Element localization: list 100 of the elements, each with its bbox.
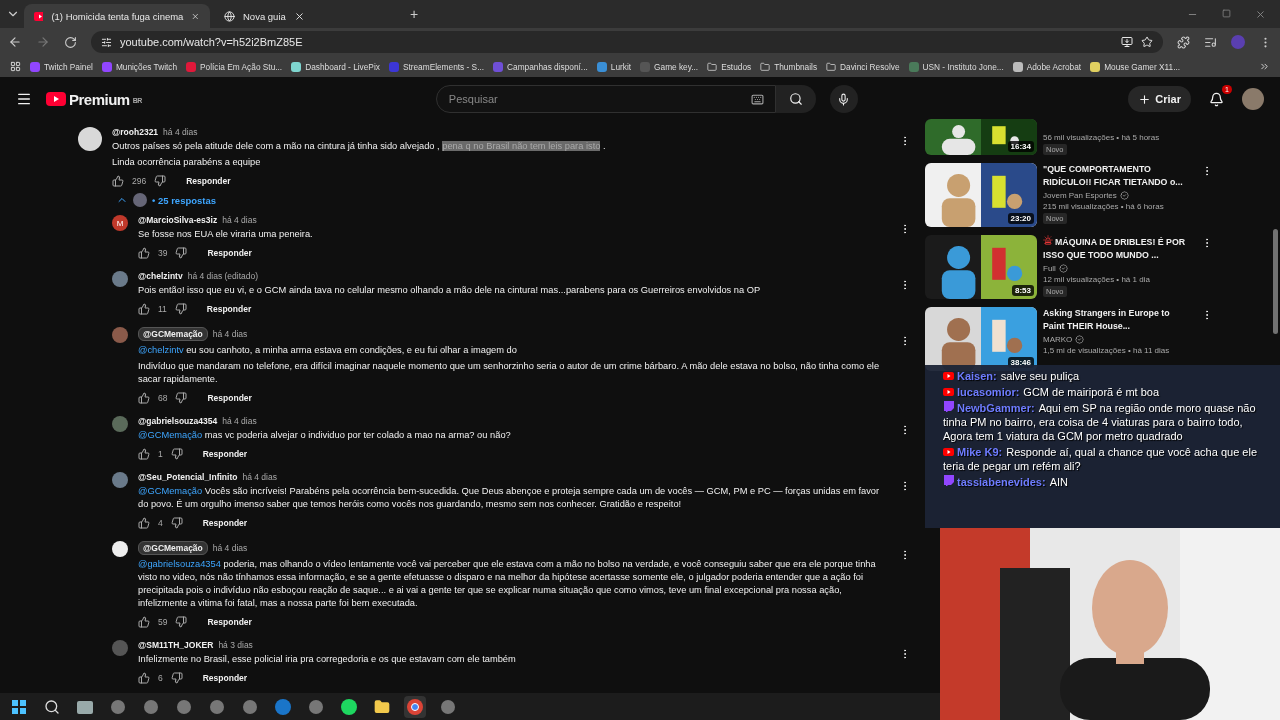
video-title[interactable]: MÁQUINA DE DRIBLES! É POR ISSO QUE TODO MUNDO ... (1043, 235, 1193, 262)
user-avatar (112, 271, 128, 287)
bookmark[interactable]: USN - Instituto Jone... (908, 61, 1004, 72)
reply-button[interactable]: Responder (202, 518, 248, 528)
comment-time: há 4 dias (222, 215, 257, 225)
user-avatar (112, 416, 128, 432)
comment-text: @gabrielsouza4354 poderia, mas olhando o vídeo lentamente você vai perceber que ele estava com a mão no bolso na verdade, e você conseguiu saber que era ele porque tinha visto no video, nós não tínhamos essa informação, e se a gente efetuasse o disparo e na melhor da hipótese acertasse somente ele, o julgador poderia entender que a ação foi precipitada pois o indivíduo não esboçou reação de saque... e ai vai a gente ter que se explicar numa situação que como vimos, teve um final excepcional pra nossa ação, infelizmente a vitima foi fatal, mas a nossa parte foi bem executada. (138, 558, 877, 610)
bookmark[interactable]: Thumbnails (760, 61, 818, 72)
browser-tab[interactable]: Nova guia (214, 4, 400, 28)
like-icon[interactable] (138, 672, 150, 684)
like-icon[interactable] (138, 247, 150, 259)
channel-owner-tag[interactable]: @GCMemação (138, 541, 208, 555)
like-count: 4 (158, 518, 163, 528)
install-icon[interactable] (1121, 36, 1133, 48)
dislike-icon[interactable] (174, 303, 187, 315)
user-avatar (78, 127, 102, 151)
notifications-bell-icon[interactable] (1209, 91, 1224, 107)
like-count: 296 (132, 176, 147, 186)
bookmark[interactable]: Twitch Painel (30, 61, 93, 72)
comment-text: Se fosse nos EUA ele viraria uma peneira. (138, 228, 314, 241)
comment-time: há 4 dias (editado) (187, 271, 259, 281)
reply-button[interactable]: Responder (207, 617, 252, 627)
bookmark[interactable]: Estudos (707, 61, 752, 72)
like-icon[interactable] (138, 616, 150, 628)
user-avatar (112, 472, 128, 488)
reply-button[interactable]: Responder (206, 304, 252, 314)
comment-author[interactable]: @gabrielsouza4354 (138, 416, 218, 426)
browser-tab[interactable]: (1) Homicida tenta fuga cinema (24, 4, 210, 28)
bookmark[interactable]: StreamElements - S... (388, 61, 485, 72)
like-icon[interactable] (138, 392, 150, 404)
apps-icon[interactable] (10, 61, 21, 72)
close-icon[interactable] (293, 10, 305, 22)
bookmark[interactable]: Lurkit (596, 61, 632, 72)
like-icon[interactable] (138, 517, 150, 529)
account-avatar[interactable] (1242, 88, 1264, 110)
video-title[interactable]: Asking Strangers in Europe to Paint THEIR House... (1043, 307, 1193, 333)
video-stats: 12 mil visualizações • há 1 dia (1043, 275, 1151, 284)
browser-icon[interactable] (404, 695, 426, 718)
comment-author[interactable]: @MarcioSilva-es3iz (138, 215, 218, 225)
like-icon[interactable] (138, 303, 150, 315)
reload-icon[interactable] (64, 35, 77, 49)
dislike-icon[interactable] (175, 392, 188, 404)
extensions-icon[interactable] (1177, 35, 1190, 49)
globe-icon (224, 10, 235, 22)
dislike-icon[interactable] (170, 672, 183, 684)
channel-owner-tag[interactable]: @GCMemação (138, 327, 208, 341)
reply-button[interactable]: Responder (202, 673, 248, 683)
video-duration: 23:20 (1007, 213, 1034, 224)
voice-search-button[interactable] (829, 85, 858, 113)
address-bar[interactable]: youtube.com/watch?v=h52i2BmZ85E (91, 31, 1163, 53)
bookmark[interactable]: Mouse Gamer X11... (1090, 61, 1181, 72)
create-button[interactable]: Criar (1128, 86, 1191, 112)
forward-icon[interactable] (36, 35, 50, 49)
keyboard-icon[interactable] (750, 93, 764, 106)
search-field[interactable]: Pesquisar (435, 85, 776, 113)
scrollbar-thumb[interactable] (1273, 229, 1278, 334)
media-icon[interactable] (1204, 35, 1217, 49)
dislike-icon[interactable] (170, 517, 183, 529)
play-logo-icon[interactable] (46, 92, 66, 106)
comment-author[interactable]: @chelzintv (138, 271, 183, 281)
bookmark[interactable]: Munições Twitch (101, 61, 178, 72)
comment-author[interactable]: @Seu_Potencial_Infinito (138, 472, 238, 482)
more-bookmarks-icon[interactable] (1259, 61, 1270, 72)
twitch-icon (943, 475, 954, 486)
new-tab-button[interactable]: + (404, 6, 425, 22)
reply-button[interactable]: Responder (186, 176, 231, 186)
bookmark[interactable]: Adobe Acrobat (1012, 61, 1082, 72)
comment-text: @GCMemação Vocês são incríveis! Parabéns pela ocorrência bem-sucedida. Que Deus abençoe e proteja sempre cada um de vocês — GCM, PM e PC — forças unidas em favor do povo. É um orgulho imenso saber que temos heróis como vocês nos guardando, mesmo sem nos conhecer. Gratidão e respeito! (138, 485, 881, 511)
premium-logo[interactable]: Premium (69, 90, 130, 108)
chat-message: Kaisen: salve seu puliça (943, 369, 1262, 383)
bookmark-star-icon[interactable] (1141, 36, 1153, 48)
chat-message: NewbGammer: Aqui em SP na região onde moro quase não tinha PM no bairro, era coisa de 4 viaturas para o bairro todo, Agora tem 1 viatura da GCM por metro quadrado (943, 401, 1257, 443)
dislike-icon[interactable] (175, 247, 188, 259)
like-icon[interactable] (112, 175, 124, 187)
channel-name[interactable]: MARKO (1043, 335, 1073, 344)
back-icon[interactable] (8, 35, 22, 49)
bookmark[interactable]: Dashboard - LivePix (291, 61, 380, 72)
search-button[interactable] (775, 85, 816, 113)
comment-author[interactable]: @SM11TH_JOKER (138, 640, 214, 650)
bookmark[interactable]: Campanhas disponí... (493, 61, 588, 72)
dislike-icon[interactable] (170, 448, 183, 460)
bookmark[interactable]: Polícia Em Ação Stu... (186, 61, 283, 72)
reply-button[interactable]: Responder (202, 449, 248, 459)
like-icon[interactable] (138, 448, 150, 460)
video-title[interactable]: "QUE COMPORTAMENTO RIDÍCULO!! FICAR TIETANDO o... (1043, 163, 1193, 189)
plus-icon (1138, 92, 1152, 106)
comment-author[interactable]: @rooh2321 (112, 127, 159, 137)
replies-toggle[interactable]: • 25 respostas (152, 194, 217, 206)
reply-button[interactable]: Responder (207, 393, 252, 403)
dislike-icon[interactable] (154, 175, 167, 187)
reply-button[interactable]: Responder (207, 248, 252, 258)
channel-name[interactable]: Jovem Pan Esportes (1043, 191, 1117, 200)
site-settings-icon[interactable] (101, 36, 112, 48)
menu-icon[interactable] (16, 91, 32, 107)
comment-time: há 3 dias (218, 640, 253, 650)
chat-message: lucasomior: GCM de mairiporã é mt boa (943, 385, 1262, 399)
dislike-icon[interactable] (175, 616, 188, 628)
bookmark[interactable]: Game key... (640, 61, 699, 72)
channel-name[interactable]: Full (1043, 264, 1056, 273)
bookmark[interactable]: Davinci Resolve (826, 61, 900, 72)
